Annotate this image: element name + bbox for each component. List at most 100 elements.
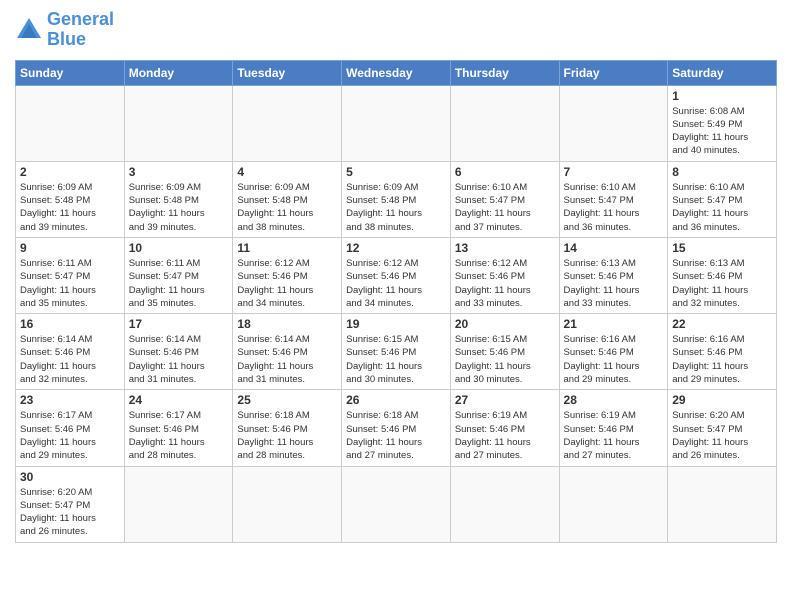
- calendar-cell: 6Sunrise: 6:10 AM Sunset: 5:47 PM Daylig…: [450, 161, 559, 237]
- calendar-cell: [233, 85, 342, 161]
- cell-info: Sunrise: 6:11 AM Sunset: 5:47 PM Dayligh…: [129, 257, 229, 310]
- day-number: 28: [564, 393, 664, 407]
- day-number: 1: [672, 89, 772, 103]
- col-header-sunday: Sunday: [16, 60, 125, 85]
- header: General Blue: [15, 10, 777, 50]
- day-number: 3: [129, 165, 229, 179]
- calendar-cell: [559, 85, 668, 161]
- cell-info: Sunrise: 6:17 AM Sunset: 5:46 PM Dayligh…: [129, 409, 229, 462]
- cell-info: Sunrise: 6:12 AM Sunset: 5:46 PM Dayligh…: [346, 257, 446, 310]
- calendar-cell: 25 Sunrise: 6:18 AM Sunset: 5:46 PM Dayli…: [233, 390, 342, 466]
- calendar: SundayMondayTuesdayWednesdayThursdayFrid…: [15, 60, 777, 543]
- cell-info: Sunrise: 6:13 AM Sunset: 5:46 PM Dayligh…: [564, 257, 664, 310]
- cell-info: Sunrise: 6:15 AM Sunset: 5:46 PM Dayligh…: [455, 333, 555, 386]
- cell-info: Sunrise: 6:18 AM Sunset: 5:46 PM Dayligh…: [346, 409, 446, 462]
- calendar-cell: 30 Sunrise: 6:20 AM Sunset: 5:47 PM Dayli…: [16, 466, 125, 542]
- calendar-cell: 28 Sunrise: 6:19 AM Sunset: 5:46 PM Dayli…: [559, 390, 668, 466]
- day-number: 13: [455, 241, 555, 255]
- calendar-cell: 7 Sunrise: 6:10 AM Sunset: 5:47 PM Daylig…: [559, 161, 668, 237]
- col-header-saturday: Saturday: [668, 60, 777, 85]
- day-number: 29: [672, 393, 772, 407]
- calendar-cell: [342, 466, 451, 542]
- calendar-cell: 14 Sunrise: 6:13 AM Sunset: 5:46 PM Dayli…: [559, 237, 668, 313]
- day-number: 11: [237, 241, 337, 255]
- calendar-cell: 16 Sunrise: 6:14 AM Sunset: 5:46 PM Dayli…: [16, 314, 125, 390]
- calendar-cell: [450, 466, 559, 542]
- day-number: 4: [237, 165, 337, 179]
- day-number: 14: [564, 241, 664, 255]
- cell-info: Sunrise: 6:12 AM Sunset: 5:46 PM Dayligh…: [455, 257, 555, 310]
- cell-info: Sunrise: 6:14 AM Sunset: 5:46 PM Dayligh…: [129, 333, 229, 386]
- calendar-cell: 11Sunrise: 6:12 AM Sunset: 5:46 PM Dayli…: [233, 237, 342, 313]
- cell-info: Sunrise: 6:19 AM Sunset: 5:46 PM Dayligh…: [564, 409, 664, 462]
- calendar-cell: 26 Sunrise: 6:18 AM Sunset: 5:46 PM Dayli…: [342, 390, 451, 466]
- col-header-friday: Friday: [559, 60, 668, 85]
- cell-info: Sunrise: 6:09 AM Sunset: 5:48 PM Dayligh…: [346, 181, 446, 234]
- day-number: 17: [129, 317, 229, 331]
- calendar-cell: 24Sunrise: 6:17 AM Sunset: 5:46 PM Dayli…: [124, 390, 233, 466]
- day-number: 25: [237, 393, 337, 407]
- day-number: 10: [129, 241, 229, 255]
- calendar-cell: [124, 466, 233, 542]
- day-number: 15: [672, 241, 772, 255]
- day-number: 9: [20, 241, 120, 255]
- cell-info: Sunrise: 6:13 AM Sunset: 5:46 PM Dayligh…: [672, 257, 772, 310]
- calendar-cell: 23 Sunrise: 6:17 AM Sunset: 5:46 PM Dayli…: [16, 390, 125, 466]
- cell-info: Sunrise: 6:14 AM Sunset: 5:46 PM Dayligh…: [237, 333, 337, 386]
- day-number: 20: [455, 317, 555, 331]
- day-number: 22: [672, 317, 772, 331]
- day-number: 21: [564, 317, 664, 331]
- cell-info: Sunrise: 6:09 AM Sunset: 5:48 PM Dayligh…: [237, 181, 337, 234]
- day-number: 27: [455, 393, 555, 407]
- calendar-cell: [668, 466, 777, 542]
- cell-info: Sunrise: 6:10 AM Sunset: 5:47 PM Dayligh…: [672, 181, 772, 234]
- calendar-cell: [16, 85, 125, 161]
- col-header-wednesday: Wednesday: [342, 60, 451, 85]
- cell-info: Sunrise: 6:19 AM Sunset: 5:46 PM Dayligh…: [455, 409, 555, 462]
- calendar-cell: [342, 85, 451, 161]
- day-number: 26: [346, 393, 446, 407]
- cell-info: Sunrise: 6:14 AM Sunset: 5:46 PM Dayligh…: [20, 333, 120, 386]
- calendar-cell: [450, 85, 559, 161]
- logo: General Blue: [15, 10, 114, 50]
- day-number: 19: [346, 317, 446, 331]
- logo-icon: [15, 16, 43, 44]
- calendar-cell: 27 Sunrise: 6:19 AM Sunset: 5:46 PM Dayli…: [450, 390, 559, 466]
- cell-info: Sunrise: 6:16 AM Sunset: 5:46 PM Dayligh…: [564, 333, 664, 386]
- cell-info: Sunrise: 6:18 AM Sunset: 5:46 PM Dayligh…: [237, 409, 337, 462]
- day-number: 5: [346, 165, 446, 179]
- cell-info: Sunrise: 6:11 AM Sunset: 5:47 PM Dayligh…: [20, 257, 120, 310]
- day-number: 23: [20, 393, 120, 407]
- cell-info: Sunrise: 6:09 AM Sunset: 5:48 PM Dayligh…: [129, 181, 229, 234]
- calendar-cell: 8 Sunrise: 6:10 AM Sunset: 5:47 PM Daylig…: [668, 161, 777, 237]
- day-number: 16: [20, 317, 120, 331]
- col-header-tuesday: Tuesday: [233, 60, 342, 85]
- cell-info: Sunrise: 6:15 AM Sunset: 5:46 PM Dayligh…: [346, 333, 446, 386]
- calendar-cell: [559, 466, 668, 542]
- day-number: 2: [20, 165, 120, 179]
- cell-info: Sunrise: 6:16 AM Sunset: 5:46 PM Dayligh…: [672, 333, 772, 386]
- cell-info: Sunrise: 6:20 AM Sunset: 5:47 PM Dayligh…: [672, 409, 772, 462]
- calendar-cell: 1 Sunrise: 6:08 AM Sunset: 5:49 PM Daylig…: [668, 85, 777, 161]
- calendar-cell: 12 Sunrise: 6:12 AM Sunset: 5:46 PM Dayli…: [342, 237, 451, 313]
- cell-info: Sunrise: 6:08 AM Sunset: 5:49 PM Dayligh…: [672, 105, 772, 158]
- cell-info: Sunrise: 6:10 AM Sunset: 5:47 PM Dayligh…: [564, 181, 664, 234]
- logo-text: General Blue: [47, 10, 114, 50]
- day-number: 30: [20, 470, 120, 484]
- day-number: 7: [564, 165, 664, 179]
- calendar-cell: 3 Sunrise: 6:09 AM Sunset: 5:48 PM Daylig…: [124, 161, 233, 237]
- day-number: 8: [672, 165, 772, 179]
- cell-info: Sunrise: 6:17 AM Sunset: 5:46 PM Dayligh…: [20, 409, 120, 462]
- cell-info: Sunrise: 6:20 AM Sunset: 5:47 PM Dayligh…: [20, 486, 120, 539]
- day-number: 6: [455, 165, 555, 179]
- calendar-cell: 21 Sunrise: 6:16 AM Sunset: 5:46 PM Dayli…: [559, 314, 668, 390]
- calendar-cell: 5 Sunrise: 6:09 AM Sunset: 5:48 PM Daylig…: [342, 161, 451, 237]
- col-header-monday: Monday: [124, 60, 233, 85]
- day-number: 12: [346, 241, 446, 255]
- calendar-cell: 10 Sunrise: 6:11 AM Sunset: 5:47 PM Dayli…: [124, 237, 233, 313]
- calendar-cell: [124, 85, 233, 161]
- calendar-cell: 19 Sunrise: 6:15 AM Sunset: 5:46 PM Dayli…: [342, 314, 451, 390]
- calendar-cell: 20 Sunrise: 6:15 AM Sunset: 5:46 PM Dayli…: [450, 314, 559, 390]
- calendar-cell: 13 Sunrise: 6:12 AM Sunset: 5:46 PM Dayli…: [450, 237, 559, 313]
- cell-info: Sunrise: 6:09 AM Sunset: 5:48 PM Dayligh…: [20, 181, 120, 234]
